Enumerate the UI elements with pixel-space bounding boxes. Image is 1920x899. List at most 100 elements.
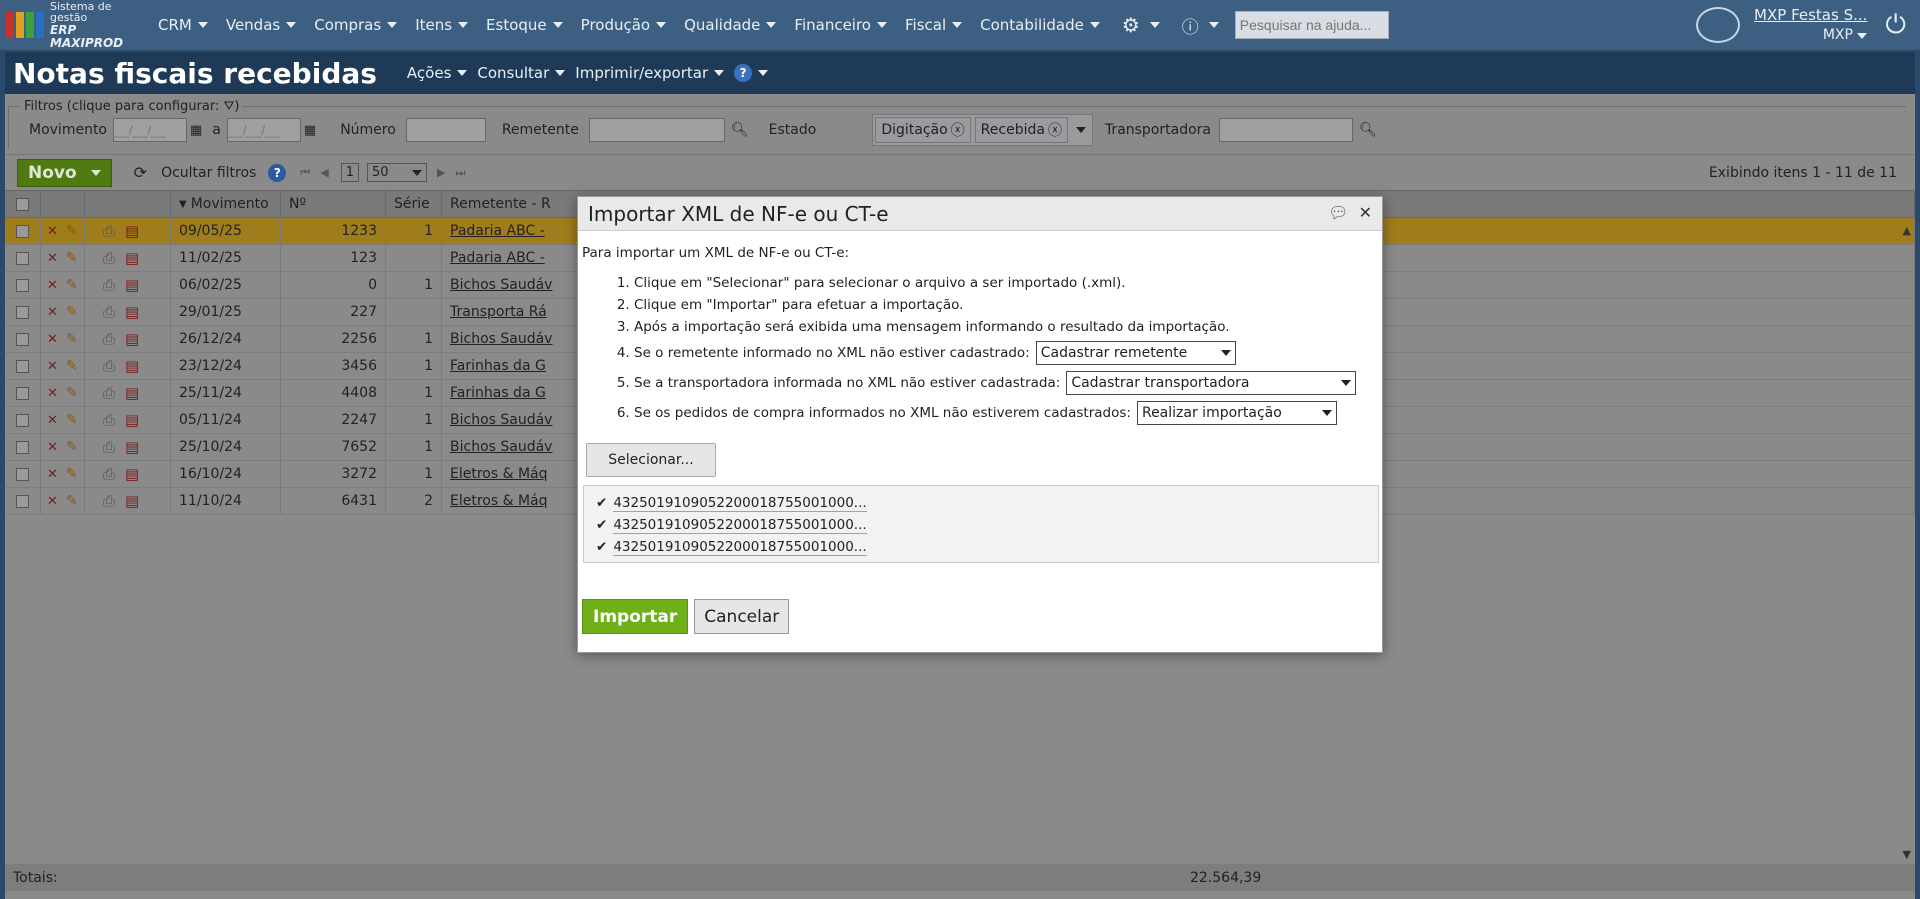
menu-financeiro[interactable]: Financeiro [786, 16, 897, 34]
remetente-link[interactable]: Farinhas da G [450, 385, 546, 401]
printer-icon[interactable]: ⎙ [103, 330, 115, 348]
next-page-icon[interactable]: ▶ [437, 166, 445, 179]
consultar-menu[interactable]: Consultar [477, 64, 566, 82]
pencil-icon[interactable]: ✎ [66, 331, 78, 347]
acoes-menu[interactable]: Ações [407, 64, 468, 82]
app-logo[interactable]: Sistema de gestão ERP MAXIPROD [0, 1, 150, 49]
search-icon[interactable]: 🔍︎ [731, 122, 749, 138]
pencil-icon[interactable]: ✎ [66, 466, 78, 482]
pdf-icon[interactable]: ▤ [125, 438, 139, 456]
printer-icon[interactable]: ⎙ [103, 357, 115, 375]
row-checkbox[interactable] [5, 461, 41, 487]
delete-icon[interactable]: ✕ [47, 467, 58, 482]
row-checkbox[interactable] [5, 272, 41, 298]
remetente-input[interactable] [588, 118, 725, 142]
pdf-icon[interactable]: ▤ [125, 303, 139, 321]
menu-compras[interactable]: Compras [306, 16, 407, 34]
printer-icon[interactable]: ⎙ [103, 249, 115, 267]
power-icon[interactable]: ⏻ [1885, 10, 1906, 41]
delete-icon[interactable]: ✕ [47, 494, 58, 509]
first-page-icon[interactable]: ⏮ [300, 166, 310, 180]
selecionar-button[interactable]: Selecionar... [586, 443, 716, 477]
row-checkbox[interactable] [5, 407, 41, 433]
printer-icon[interactable]: ⎙ [103, 303, 115, 321]
row-checkbox[interactable] [5, 326, 41, 352]
delete-icon[interactable]: ✕ [47, 332, 58, 347]
pdf-icon[interactable]: ▤ [125, 276, 139, 294]
row-checkbox[interactable] [5, 353, 41, 379]
menu-fiscal[interactable]: Fiscal [897, 16, 972, 34]
filter-icon[interactable]: ⛛ [223, 99, 234, 114]
printer-icon[interactable]: ⎙ [103, 465, 115, 483]
pencil-icon[interactable]: ✎ [66, 277, 78, 293]
pencil-icon[interactable]: ✎ [66, 250, 78, 266]
remove-chip-icon[interactable]: ⓧ [1048, 120, 1062, 140]
remetente-link[interactable]: Transporta Rá [450, 304, 547, 320]
remetente-select[interactable]: Cadastrar remetente [1035, 341, 1236, 365]
row-checkbox[interactable] [5, 380, 41, 406]
header-serie[interactable]: Série [386, 191, 442, 217]
remetente-link[interactable]: Farinhas da G [450, 358, 546, 374]
remetente-link[interactable]: Bichos Saudáv [450, 331, 552, 347]
menu-contabilidade[interactable]: Contabilidade [972, 16, 1110, 34]
refresh-icon[interactable]: ⟳ [134, 163, 147, 182]
pencil-icon[interactable]: ✎ [66, 412, 78, 428]
pedidos-select[interactable]: Realizar importação [1136, 401, 1337, 425]
row-checkbox[interactable] [5, 245, 41, 271]
printer-icon[interactable]: ⎙ [103, 411, 115, 429]
pdf-icon[interactable]: ▤ [125, 330, 139, 348]
movimento-from-input[interactable] [113, 118, 187, 142]
pdf-icon[interactable]: ▤ [125, 492, 139, 510]
search-icon[interactable]: 🔍︎ [1359, 122, 1377, 138]
menu-vendas[interactable]: Vendas [218, 16, 306, 34]
delete-icon[interactable]: ✕ [47, 305, 58, 320]
estado-multiselect[interactable]: Digitação ⓧ Recebida ⓧ [872, 114, 1093, 146]
remetente-link[interactable]: Eletros & Máq [450, 466, 548, 482]
pdf-icon[interactable]: ▤ [125, 384, 139, 402]
pdf-icon[interactable]: ▤ [125, 357, 139, 375]
ocultar-filtros-button[interactable]: Ocultar filtros [161, 165, 256, 181]
menu-itens[interactable]: Itens [407, 16, 478, 34]
help-icon[interactable]: ? [268, 163, 287, 182]
header-movimento[interactable]: ▼ Movimento [171, 191, 281, 217]
pencil-icon[interactable]: ✎ [66, 439, 78, 455]
importar-button[interactable]: Importar [582, 599, 689, 634]
scroll-down-icon[interactable]: ▼ [1903, 848, 1911, 861]
printer-icon[interactable]: ⎙ [103, 384, 115, 402]
pencil-icon[interactable]: ✎ [66, 385, 78, 401]
novo-button[interactable]: Novo [17, 158, 112, 187]
user-menu[interactable]: MXP [1754, 26, 1868, 45]
imprimir-menu[interactable]: Imprimir/exportar [575, 64, 725, 82]
settings-menu[interactable]: ⚙ [1110, 13, 1170, 37]
comment-icon[interactable]: 💬︎ [1328, 203, 1348, 222]
menu-estoque[interactable]: Estoque [478, 16, 573, 34]
pdf-icon[interactable]: ▤ [125, 222, 139, 240]
delete-icon[interactable]: ✕ [47, 413, 58, 428]
pencil-icon[interactable]: ✎ [66, 358, 78, 374]
pencil-icon[interactable]: ✎ [66, 493, 78, 509]
select-all-checkbox[interactable] [5, 191, 41, 217]
help-search-input[interactable] [1234, 11, 1389, 39]
remetente-link[interactable]: Padaria ABC - [450, 223, 545, 239]
calendar-icon[interactable]: ▦ [190, 123, 202, 138]
remetente-link[interactable]: Bichos Saudáv [450, 277, 552, 293]
menu-qualidade[interactable]: Qualidade [676, 16, 786, 34]
printer-icon[interactable]: ⎙ [103, 222, 115, 240]
delete-icon[interactable]: ✕ [47, 251, 58, 266]
delete-icon[interactable]: ✕ [47, 359, 58, 374]
remetente-link[interactable]: Padaria ABC - [450, 250, 545, 266]
header-numero[interactable]: Nº [281, 191, 386, 217]
close-icon[interactable]: ✕ [1359, 203, 1372, 222]
page-help-menu[interactable]: ? [734, 64, 769, 82]
transportadora-input[interactable] [1219, 118, 1353, 142]
printer-icon[interactable]: ⎙ [103, 492, 115, 510]
delete-icon[interactable]: ✕ [47, 440, 58, 455]
printer-icon[interactable]: ⎙ [103, 276, 115, 294]
help-menu[interactable]: ⓘ [1170, 13, 1229, 38]
pdf-icon[interactable]: ▤ [125, 411, 139, 429]
menu-crm[interactable]: CRM [150, 16, 218, 34]
numero-input[interactable] [405, 118, 486, 142]
row-checkbox[interactable] [5, 299, 41, 325]
delete-icon[interactable]: ✕ [47, 386, 58, 401]
prev-page-icon[interactable]: ◀ [320, 166, 328, 179]
